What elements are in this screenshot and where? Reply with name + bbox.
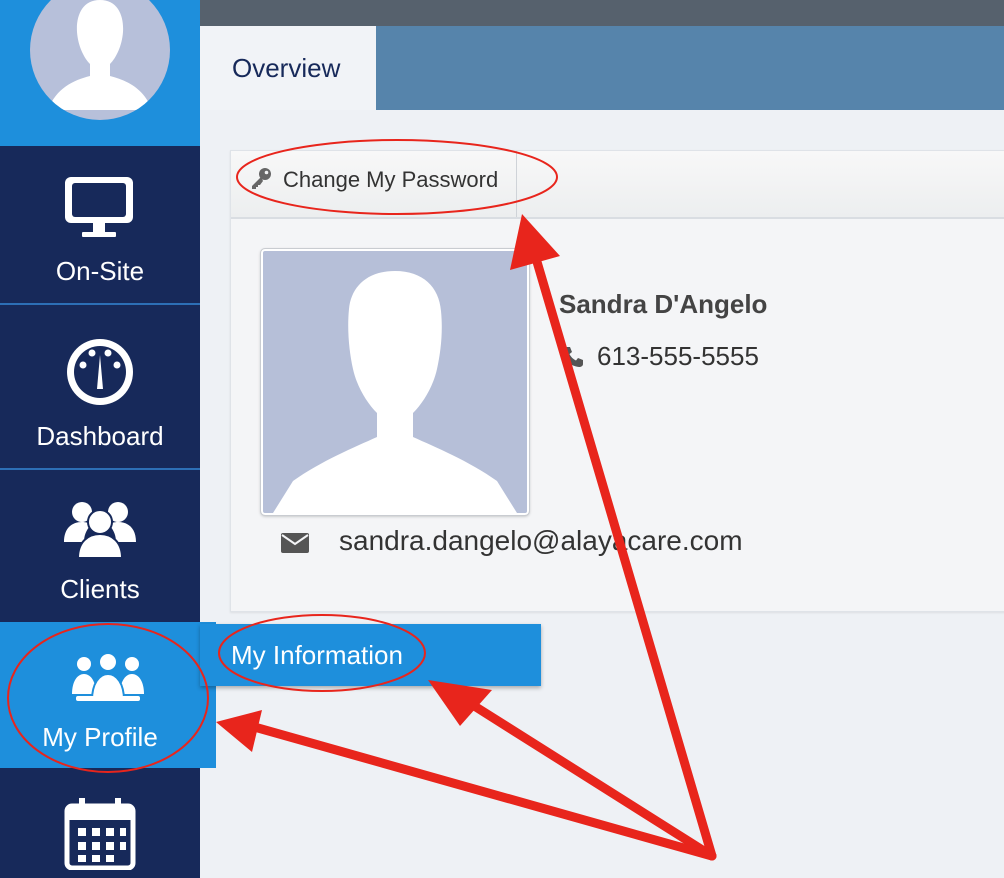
calendar-icon [64,798,136,870]
annotation-arrow-line [463,697,717,861]
sidebar-item-label: Clients [60,574,140,604]
sidebar-item-label: My Profile [42,722,158,752]
card-toolbar: Change My Password [231,151,1004,219]
profile-phone: 613-555-5555 [597,341,759,371]
avatar[interactable] [30,0,170,120]
sidebar-item-schedule[interactable] [0,778,200,878]
person-silhouette-icon [48,0,152,110]
annotation-arrow-line [253,723,717,861]
sidebar-item-dashboard[interactable]: Dashboard [0,305,200,470]
sidebar-item-on-site[interactable]: On-Site [0,146,200,305]
sidebar: On-Site Dashboard Clients My Profile [0,0,216,878]
envelope-icon [281,533,309,553]
profile-card: Change My Password Sandra D'Angelo 613-5… [230,150,1004,612]
sidebar-item-label: On-Site [55,256,145,286]
annotation-arrowhead [216,710,262,752]
annotation-arrowhead [428,680,492,726]
change-password-label: Change My Password [283,167,499,192]
key-icon [252,168,271,189]
team-icon [72,652,144,701]
profile-photo [260,248,530,516]
submenu-my-information[interactable]: My Information [200,624,541,686]
sidebar-item-clients[interactable]: Clients [0,470,200,622]
sidebar-item-my-profile[interactable]: My Profile [0,622,216,768]
change-password-button[interactable]: Change My Password [231,151,517,217]
phone-icon [563,347,583,367]
submenu-item-label: My Information [231,640,403,670]
gauge-icon [67,339,133,405]
sidebar-item-label: Dashboard [36,421,164,451]
person-silhouette-icon [273,271,517,513]
profile-name: Sandra D'Angelo [559,289,768,319]
users-icon [64,502,136,559]
profile-email[interactable]: sandra.dangelo@alayacare.com [339,525,743,557]
top-header-bar [200,0,1004,26]
monitor-icon [65,177,133,237]
user-avatar-tile[interactable] [0,0,200,146]
tab-overview[interactable]: Overview [200,26,376,110]
